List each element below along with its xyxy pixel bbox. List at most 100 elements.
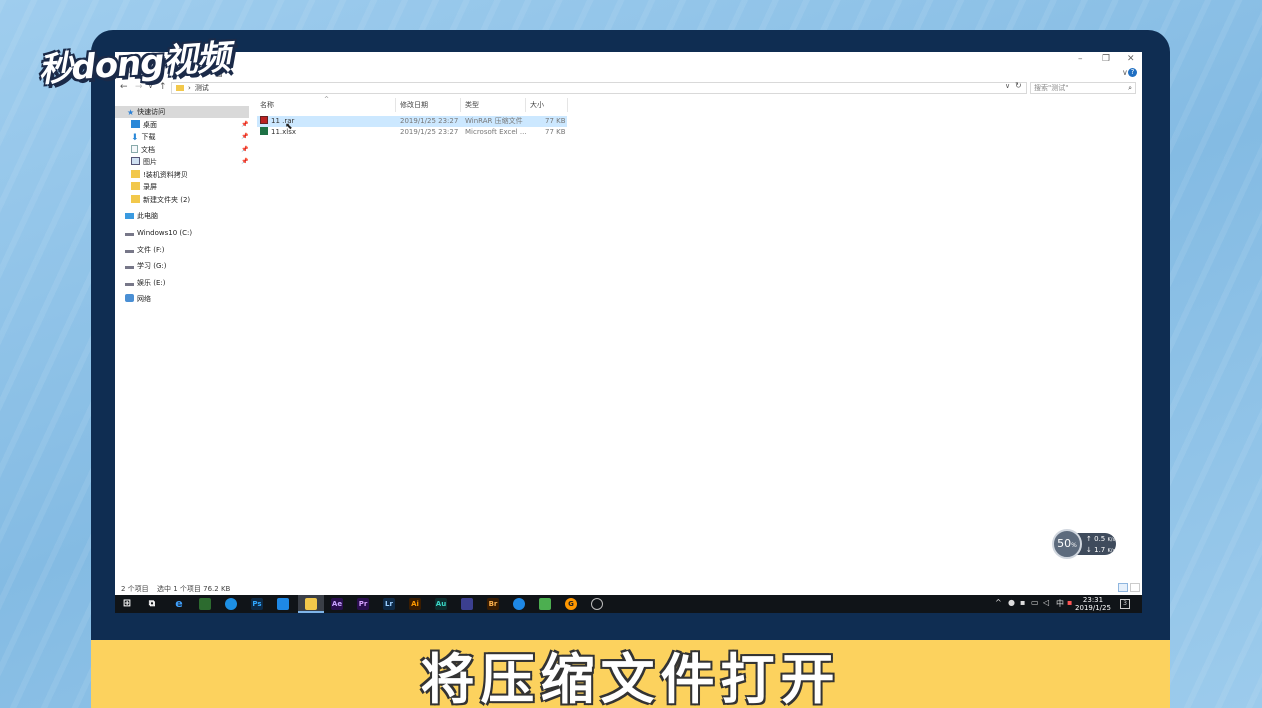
upload-speed: 0.5 — [1094, 535, 1106, 543]
speed-percent: 50% — [1052, 529, 1082, 559]
column-divider[interactable] — [395, 98, 396, 112]
up-arrow-icon[interactable]: ↑ — [159, 82, 167, 92]
download-speed: 1.7 — [1094, 546, 1106, 554]
column-header-type[interactable]: 类型 — [465, 100, 479, 110]
drive-icon — [125, 230, 134, 236]
minimize-button[interactable]: – — [1078, 54, 1083, 64]
refresh-icon[interactable]: ↻ — [1015, 81, 1022, 90]
file-type-cell: WinRAR 压缩文件 — [465, 117, 523, 125]
notification-icon[interactable]: 3 — [1120, 599, 1130, 609]
drive-icon — [125, 247, 134, 253]
nav-item-desktop[interactable]: 桌面 — [131, 119, 157, 131]
task-view-icon[interactable]: ⧉ — [146, 598, 158, 610]
tray-app-icon[interactable]: ▪ — [1020, 598, 1025, 607]
table-row[interactable]: 11.xlsx 2019/1/25 23:27 Microsoft Excel … — [257, 127, 567, 138]
nav-item-folder[interactable]: 新建文件夹 (2) — [131, 194, 190, 206]
ribbon-expand-icon[interactable]: ∨ — [1122, 68, 1128, 77]
aftereffects-icon[interactable]: Ae — [331, 598, 343, 610]
column-divider[interactable] — [567, 98, 568, 112]
edge-icon[interactable]: e — [173, 598, 185, 610]
pin-icon[interactable]: 📌 — [241, 133, 248, 140]
search-icon[interactable]: ⌕ — [1128, 83, 1132, 93]
ribbon: 看 ∨ — [115, 66, 1142, 82]
column-divider[interactable] — [525, 98, 526, 112]
nav-drive-g[interactable]: 学习 (G:) — [125, 260, 166, 272]
clock-date: 2019/1/25 — [1075, 604, 1111, 612]
browser-icon[interactable] — [513, 598, 525, 610]
address-row: ← → ∨ ↑ › 测试 ∨ ↻ 搜索"测试" ⌕ — [115, 81, 1142, 96]
download-icon: ⬇ — [131, 133, 139, 143]
column-header-modified[interactable]: 修改日期 — [400, 100, 428, 110]
pin-icon[interactable]: 📌 — [241, 121, 248, 128]
nvidia-icon[interactable] — [199, 598, 211, 610]
nav-drive-c[interactable]: Windows10 (C:) — [125, 227, 192, 239]
caption-text: 将压缩文件打开 — [420, 647, 841, 708]
teamviewer-icon[interactable] — [225, 598, 237, 610]
pin-icon[interactable]: 📌 — [241, 158, 248, 165]
desktop-icon — [131, 120, 140, 128]
drive-icon — [125, 263, 134, 269]
search-placeholder: 搜索"测试" — [1034, 84, 1069, 92]
address-dropdown-icon[interactable]: ∨ — [1005, 82, 1010, 90]
breadcrumb-current[interactable]: 测试 — [195, 84, 209, 92]
nav-item-documents[interactable]: 文档 — [131, 144, 155, 156]
network-speed-widget[interactable]: ↑ 0.5 K/s ↓ 1.7 K/s 50% — [1052, 529, 1116, 559]
ime-indicator[interactable]: 中 — [1056, 598, 1064, 609]
title-bar: – ❐ ✕ — [115, 52, 1142, 66]
tray-alert-icon[interactable]: ▪ — [1067, 598, 1072, 607]
network-icon — [125, 294, 134, 302]
audition-icon[interactable]: Au — [435, 598, 447, 610]
nav-drive-e[interactable]: 娱乐 (E:) — [125, 277, 165, 289]
premiere-icon[interactable]: Pr — [357, 598, 369, 610]
maximize-button[interactable]: ❐ — [1102, 54, 1110, 64]
nav-quick-access[interactable]: ★ 快速访问 — [115, 106, 249, 118]
download-icon: ↓ — [1086, 546, 1092, 554]
column-header-size[interactable]: 大小 — [530, 100, 544, 110]
photoshop-icon[interactable]: Ps — [251, 598, 263, 610]
windows-start-icon[interactable]: ⊞ — [121, 598, 133, 610]
help-icon[interactable]: ? — [1128, 68, 1137, 77]
drive-icon — [125, 280, 134, 286]
lightroom-icon[interactable]: Lr — [383, 598, 395, 610]
upload-icon: ↑ — [1086, 535, 1092, 543]
tray-expand-icon[interactable]: ^ — [995, 598, 1002, 607]
clock-time: 23:31 — [1082, 596, 1104, 604]
nav-item-folder[interactable]: !装机资料拷贝 — [131, 169, 188, 181]
app-g-icon[interactable]: G — [565, 598, 577, 610]
media-encoder-icon[interactable] — [461, 598, 473, 610]
search-input[interactable]: 搜索"测试" ⌕ — [1030, 82, 1136, 94]
settings-icon[interactable] — [591, 598, 603, 610]
pin-icon[interactable]: 📌 — [241, 146, 248, 153]
taskbar-clock[interactable]: 23:31 2019/1/25 — [1073, 596, 1113, 612]
nav-drive-f[interactable]: 文件 (F:) — [125, 244, 165, 256]
details-view-icon[interactable] — [1118, 583, 1128, 592]
column-divider[interactable] — [460, 98, 461, 112]
folder-icon — [176, 85, 184, 91]
winrar-icon — [260, 116, 268, 124]
status-item-count: 2 个项目 — [121, 585, 149, 593]
file-modified-cell: 2019/1/25 23:27 — [400, 117, 459, 125]
large-icons-view-icon[interactable] — [1130, 583, 1140, 592]
player-icon[interactable] — [539, 598, 551, 610]
address-bar[interactable]: › 测试 — [171, 82, 1027, 94]
caption-bar: 将压缩文件打开 — [91, 640, 1170, 708]
table-row[interactable]: 11 .rar 2019/1/25 23:27 WinRAR 压缩文件 77 K… — [257, 116, 567, 127]
nav-this-pc[interactable]: 此电脑 — [125, 210, 158, 222]
network-icon[interactable]: ▭ — [1031, 598, 1039, 607]
nav-network[interactable]: 网络 — [125, 293, 151, 305]
nav-item-folder[interactable]: 录屏 — [131, 181, 157, 193]
file-explorer-icon[interactable] — [305, 598, 317, 610]
folder-icon — [131, 182, 140, 190]
tray-qq-icon[interactable]: ● — [1008, 598, 1015, 607]
nav-item-downloads[interactable]: ⬇ 下载 — [131, 131, 156, 143]
file-size-cell: 77 KB — [545, 128, 566, 136]
sort-arrow-icon: ^ — [324, 96, 330, 103]
volume-icon[interactable]: ◁ — [1043, 598, 1049, 607]
nav-item-pictures[interactable]: 图片 — [131, 156, 157, 168]
close-button[interactable]: ✕ — [1127, 54, 1135, 64]
illustrator-icon[interactable]: Ai — [409, 598, 421, 610]
bridge-icon[interactable]: Br — [487, 598, 499, 610]
column-header-name[interactable]: 名称 — [260, 100, 274, 110]
status-selection: 选中 1 个项目 76.2 KB — [157, 585, 231, 593]
app-grid-icon[interactable] — [277, 598, 289, 610]
